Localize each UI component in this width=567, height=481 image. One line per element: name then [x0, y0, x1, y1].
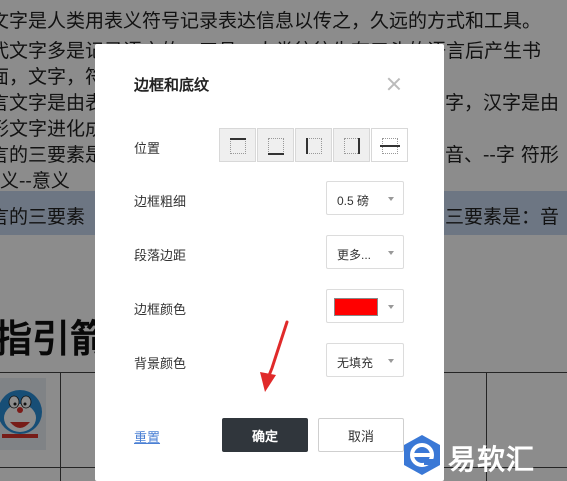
- dialog-title: 边框和底纹: [134, 77, 210, 94]
- background-color-value: 无填充: [337, 356, 374, 370]
- paragraph-spacing-select[interactable]: 更多...: [326, 235, 404, 269]
- border-left-button[interactable]: [295, 128, 332, 162]
- border-width-label: 边框粗细: [134, 194, 187, 209]
- border-top-button[interactable]: [219, 128, 256, 162]
- border-width-value: 0.5 磅: [337, 194, 370, 208]
- ok-button[interactable]: 确定: [222, 418, 308, 452]
- border-inner-horizontal-button[interactable]: [371, 128, 408, 162]
- border-position-group: [219, 128, 408, 162]
- cancel-button[interactable]: 取消: [318, 418, 404, 452]
- border-shading-dialog: 边框和底纹 位置 边框粗细 0.5 磅 段落边距 更多... 边框颜色 背景颜色…: [95, 44, 444, 481]
- background-color-select[interactable]: 无填充: [326, 343, 404, 377]
- chevron-down-icon: [388, 305, 394, 309]
- background-color-label: 背景颜色: [134, 356, 187, 371]
- watermark: 易软汇: [398, 430, 567, 481]
- border-width-select[interactable]: 0.5 磅: [326, 181, 404, 215]
- chevron-down-icon: [388, 197, 394, 201]
- chevron-down-icon: [388, 359, 394, 363]
- reset-link[interactable]: 重置: [134, 427, 160, 446]
- border-right-button[interactable]: [333, 128, 370, 162]
- border-color-swatch: [334, 298, 378, 316]
- chevron-down-icon: [388, 251, 394, 255]
- border-bottom-button[interactable]: [257, 128, 294, 162]
- paragraph-spacing-value: 更多...: [337, 248, 372, 262]
- border-color-select[interactable]: [326, 289, 404, 323]
- paragraph-spacing-label: 段落边距: [134, 248, 187, 263]
- position-label: 位置: [134, 141, 161, 156]
- e-logo-icon: [404, 435, 440, 475]
- border-color-label: 边框颜色: [134, 302, 187, 317]
- watermark-text: 易软汇: [448, 443, 536, 476]
- close-icon[interactable]: [384, 74, 404, 94]
